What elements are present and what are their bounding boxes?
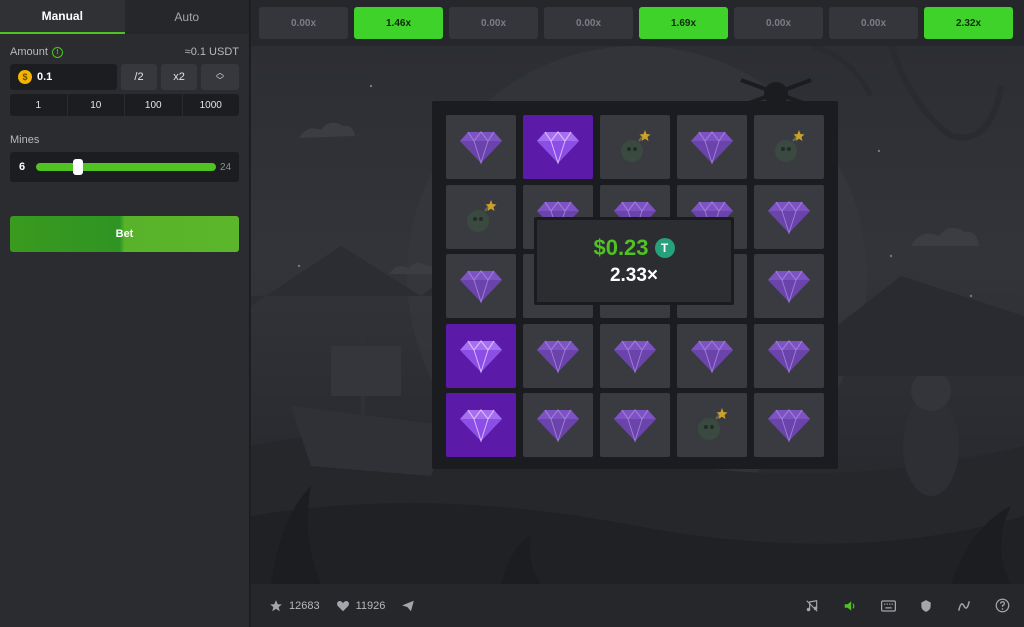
mines-slider[interactable] (36, 159, 216, 175)
gem-tile[interactable] (523, 115, 593, 179)
mine-icon (467, 199, 497, 232)
gem-tile[interactable] (754, 184, 824, 249)
multiplier-chip: 0.00x (449, 7, 538, 39)
multiplier-chip: 0.00x (259, 7, 348, 39)
multiplier-chip: 1.46x (354, 7, 443, 39)
gem-icon (537, 131, 579, 165)
likes-count: 11926 (355, 599, 386, 612)
coin-icon: $ (18, 70, 32, 84)
gem-icon (691, 339, 733, 374)
amount-input[interactable]: $ 0.1 (10, 64, 117, 90)
gem-tile[interactable] (754, 254, 824, 318)
mine-tile[interactable] (677, 393, 747, 457)
mines-game: Manual Auto Amount ! ≈0.1 USDT $ 0.1 /2 … (0, 0, 1024, 627)
multiplier-chip: 0.00x (734, 7, 823, 39)
info-icon[interactable]: ! (51, 46, 63, 58)
settings-icons (804, 584, 1010, 627)
gem-tile[interactable] (677, 323, 747, 388)
amount-label: Amount (10, 46, 48, 58)
preset-10[interactable]: 10 (68, 94, 125, 116)
amount-approx: ≈0.1 USDT (184, 46, 239, 58)
gem-icon (537, 339, 579, 374)
multiplier-chip: 2.32x (924, 7, 1013, 39)
double-button[interactable]: x2 (161, 64, 197, 90)
multiplier-chip: 1.69x (639, 7, 728, 39)
gem-tile[interactable] (600, 393, 670, 457)
mine-icon (775, 130, 805, 162)
likes-stat[interactable]: 11926 (336, 599, 386, 613)
gem-icon (614, 339, 656, 374)
amount-stepper[interactable]: ︿ ﹀ (201, 64, 239, 90)
win-amount: $0.23 (593, 235, 649, 260)
cashout-result: $0.23 T 2.33× (534, 217, 734, 305)
preset-100[interactable]: 100 (125, 94, 183, 116)
win-multiplier: 2.33× (609, 265, 659, 286)
gem-tile[interactable] (446, 115, 516, 179)
chevron-down-icon[interactable]: ﹀ (216, 77, 224, 85)
tab-manual[interactable]: Manual (0, 0, 125, 34)
keyboard-icon[interactable] (880, 598, 896, 614)
amount-row: $ 0.1 /2 x2 ︿ ﹀ (10, 64, 239, 90)
half-button[interactable]: /2 (121, 64, 157, 90)
gem-icon (691, 131, 733, 165)
gem-tile[interactable] (600, 323, 670, 388)
favorites-count: 12683 (289, 599, 320, 612)
music-icon[interactable] (804, 598, 820, 614)
preset-row: 1 10 100 1000 (10, 94, 239, 116)
multiplier-chip: 0.00x (829, 7, 918, 39)
mine-tile[interactable] (446, 184, 516, 249)
gem-tile[interactable] (677, 115, 747, 179)
fairness-icon[interactable] (918, 598, 934, 614)
gem-tile[interactable] (754, 323, 824, 388)
mines-max: 24 (220, 161, 232, 173)
gem-icon (768, 409, 810, 443)
game-scene: $0.23 T 2.33× (251, 46, 1024, 584)
sound-icon[interactable] (842, 598, 858, 614)
bet-panel: Manual Auto Amount ! ≈0.1 USDT $ 0.1 /2 … (0, 0, 250, 627)
mine-icon (698, 408, 728, 440)
gem-tile[interactable] (446, 323, 516, 388)
result-amount-row: $0.23 T (593, 235, 675, 261)
mine-tile[interactable] (600, 115, 670, 179)
gem-icon (460, 339, 502, 374)
slider-handle[interactable] (73, 159, 84, 175)
tab-auto[interactable]: Auto (125, 0, 250, 34)
gem-tile[interactable] (446, 254, 516, 318)
preset-1[interactable]: 1 (10, 94, 68, 116)
stats-icon[interactable] (956, 598, 972, 614)
heart-icon (336, 600, 349, 611)
gem-icon (768, 339, 810, 374)
mines-board: $0.23 T 2.33× (432, 101, 838, 469)
gem-tile[interactable] (446, 393, 516, 457)
mine-tile[interactable] (754, 115, 824, 179)
amount-value: 0.1 (37, 71, 53, 83)
gem-icon (768, 200, 810, 235)
help-icon[interactable] (994, 598, 1010, 614)
gem-tile[interactable] (523, 393, 593, 457)
gem-tile[interactable] (523, 323, 593, 388)
star-icon (270, 599, 282, 611)
multiplier-chip: 0.00x (544, 7, 633, 39)
mines-value: 6 (18, 161, 26, 173)
favorites-stat[interactable]: 12683 (269, 599, 320, 613)
gem-icon (460, 270, 502, 304)
amount-header: Amount ! ≈0.1 USDT (0, 46, 249, 58)
gem-icon (537, 409, 579, 443)
gem-tile[interactable] (754, 393, 824, 457)
mines-selector: 6 24 (10, 152, 239, 182)
mines-label: Mines (10, 134, 40, 146)
bottom-bar: 12683 11926 (251, 584, 1024, 627)
bet-button[interactable]: Bet (10, 216, 239, 252)
send-icon (402, 600, 415, 611)
multiplier-history: 0.00x 1.46x 0.00x 0.00x 1.69x 0.00x 0.00x 2.32x (251, 0, 1024, 46)
gem-icon (614, 409, 656, 443)
gem-icon (768, 270, 810, 304)
gem-icon (460, 409, 502, 443)
mine-icon (621, 130, 651, 162)
mode-tabs: Manual Auto (0, 0, 249, 34)
gem-icon (460, 131, 502, 165)
share-button[interactable] (401, 599, 415, 613)
tether-icon: T (654, 238, 675, 258)
preset-1000[interactable]: 1000 (183, 94, 240, 116)
